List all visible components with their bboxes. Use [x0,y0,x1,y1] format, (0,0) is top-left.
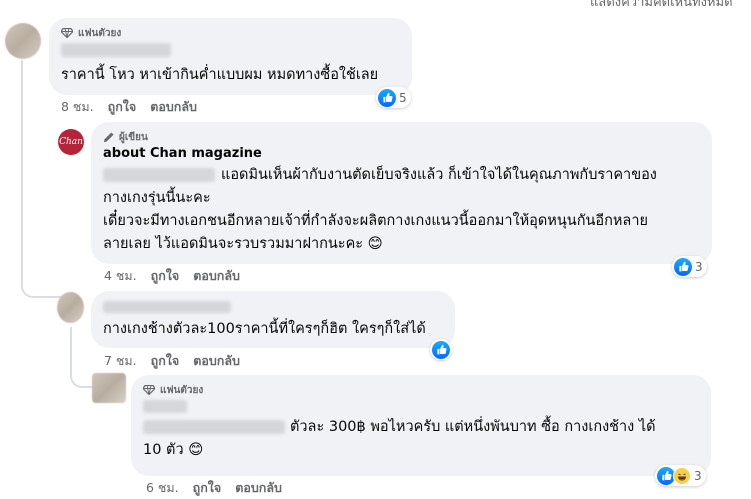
reaction-summary[interactable] [430,339,452,360]
diamond-icon [143,385,155,395]
like-reaction-icon [432,340,450,359]
avatar[interactable] [57,292,84,323]
comment-author[interactable] [61,42,400,59]
comment-text: แอดมินเห็นผ้ากับงานตัดเย็บจริงแล้ว ก็เข้… [103,167,657,252]
comment-meta: 4 ชม. ถูกใจ ตอบกลับ [104,266,240,286]
comment-time[interactable]: 6 ชม. [146,478,179,498]
comment-bubble: ผู้เขียน about Chan magazine แอดมินเห็นผ… [91,122,712,264]
like-reaction-icon [674,257,692,276]
comment-time[interactable]: 4 ชม. [104,266,137,286]
badge-label: แฟนตัวยง [78,27,122,39]
like-button[interactable]: ถูกใจ [108,97,137,117]
comment-bubble: กางเกงช้างตัวละ100ราคานี้ที่ใครๆก็ฮิต ใค… [91,291,455,348]
all-comments-link[interactable]: แสดงความคิดเห็นทั้งหมด [590,0,733,12]
reply-button[interactable]: ตอบกลับ [193,351,240,371]
comment-text: กางเกงช้างตัวละ100ราคานี้ที่ใครๆก็ฮิต ใค… [103,321,426,337]
reaction-count: 5 [399,90,407,105]
top-fan-badge: แฟนตัวยง [143,383,699,397]
mentioned-user[interactable] [103,168,215,182]
like-button[interactable]: ถูกใจ [193,478,222,498]
avatar[interactable] [5,23,41,59]
comment-author[interactable] [143,399,699,416]
comment-text: ราคานี้ โหว หาเข้ากินค่ำแบบผม หมดทางซื้อ… [61,67,379,83]
like-button[interactable]: ถูกใจ [151,266,180,286]
comment-bubble: แฟนตัวยง ตัวละ 300฿ พอไหวครับ แต่หนึ่งพั… [131,375,711,476]
comment-meta: 8 ชม. ถูกใจ ตอบกลับ [61,97,197,117]
page-avatar-logo: Chan [59,137,83,147]
haha-reaction-icon [673,466,691,485]
reaction-count: 3 [695,259,703,274]
avatar[interactable] [92,373,126,403]
comment-bubble: แฟนตัวยง ราคานี้ โหว หาเข้ากินค่ำแบบผม ห… [49,18,412,95]
reply-button[interactable]: ตอบกลับ [150,97,197,117]
reaction-summary[interactable]: 5 [376,87,411,108]
reaction-summary[interactable]: 3 [672,256,707,277]
reaction-summary[interactable]: 3 [655,465,706,486]
badge-label: ผู้เขียน [119,131,148,143]
reaction-count: 3 [694,468,702,483]
reply-button[interactable]: ตอบกลับ [193,266,240,286]
page-avatar[interactable]: Chan [58,129,84,155]
thread-line [21,60,65,298]
like-reaction-icon [378,88,396,107]
pencil-icon [103,131,114,142]
like-button[interactable]: ถูกใจ [151,351,180,371]
comment-text: ตัวละ 300฿ พอไหวครับ แต่หนึ่งพันบาท ซื้อ… [143,419,656,458]
comment-author[interactable] [103,299,443,316]
comment-author[interactable]: about Chan magazine [103,146,700,163]
reply-button[interactable]: ตอบกลับ [235,478,282,498]
mentioned-user[interactable] [143,420,285,434]
author-badge: ผู้เขียน [103,130,700,144]
comment-meta: 7 ชม. ถูกใจ ตอบกลับ [104,351,240,371]
badge-label: แฟนตัวยง [160,384,204,396]
comment-time[interactable]: 7 ชม. [104,351,137,371]
comment-meta: 6 ชม. ถูกใจ ตอบกลับ [146,478,282,498]
diamond-icon [61,28,73,38]
comment-time[interactable]: 8 ชม. [61,97,94,117]
top-fan-badge: แฟนตัวยง [61,26,400,40]
